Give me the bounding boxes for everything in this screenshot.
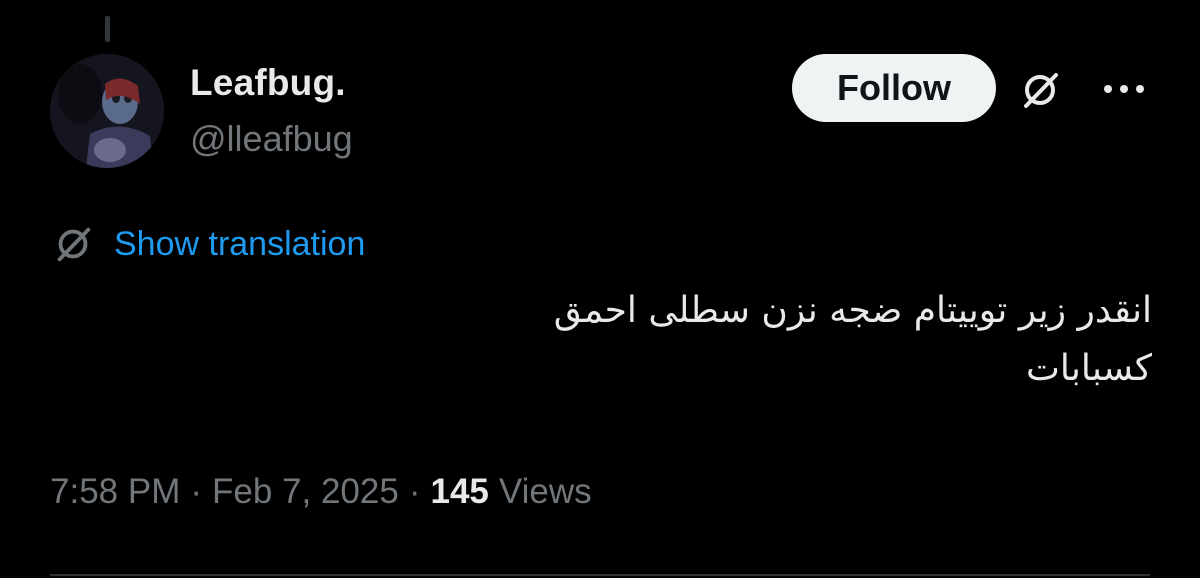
tweet-text-line: انقدر زیر توییتام ضجه نزن سطلی احمق	[553, 290, 1152, 331]
tweet-time[interactable]: 7:58 PM	[50, 472, 180, 512]
meta-separator: ·	[190, 472, 203, 511]
tweet-text: انقدر زیر توییتام ضجه نزن سطلی احمق کسبا…	[332, 282, 1152, 398]
more-options-button[interactable]	[1094, 74, 1154, 104]
views-label: Views	[498, 472, 592, 511]
more-dots-icon	[1104, 85, 1144, 93]
slashed-circle-icon	[50, 221, 96, 267]
show-translation-link[interactable]: Show translation	[114, 225, 365, 264]
meta-separator: ·	[408, 472, 421, 511]
translation-row[interactable]: Show translation	[50, 220, 365, 268]
slashed-circle-icon	[1024, 73, 1058, 108]
tweet-text-line: کسبابات	[1026, 348, 1152, 389]
views-count: 145	[430, 472, 489, 511]
user-handle[interactable]: @lleafbug	[190, 118, 353, 160]
divider	[50, 574, 1150, 576]
tweet-date[interactable]: Feb 7, 2025	[212, 472, 399, 512]
thread-connector-line	[105, 16, 110, 42]
display-name[interactable]: Leafbug.	[190, 62, 346, 104]
follow-button[interactable]: Follow	[792, 54, 996, 122]
avatar-image	[50, 54, 164, 168]
avatar[interactable]	[50, 54, 164, 168]
grok-button[interactable]	[1012, 62, 1068, 118]
tweet-meta: 7:58 PM · Feb 7, 2025 · 145 Views	[50, 472, 592, 512]
